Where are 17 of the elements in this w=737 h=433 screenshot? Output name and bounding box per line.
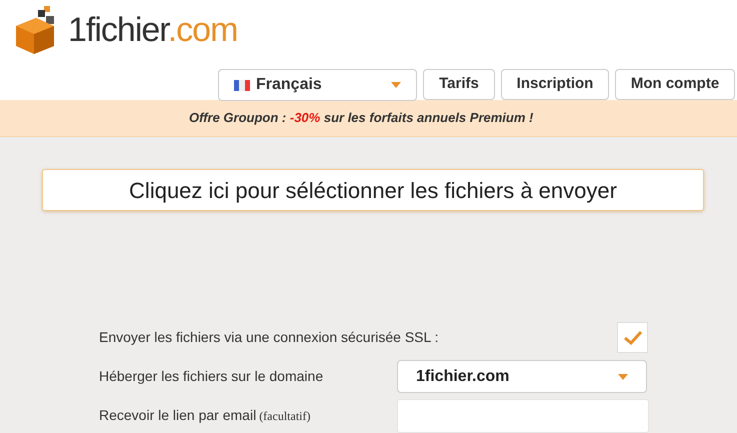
email-input[interactable] [397,398,649,432]
site-logo: 1fichier.com [68,10,238,50]
checkmark-icon [624,330,642,344]
nav-button[interactable]: Mon compte [615,69,735,100]
upload-button[interactable]: Cliquez ici pour séléctionner les fichiers à envoyer [42,169,704,211]
caret-icon [391,82,401,88]
french-flag-icon [234,80,250,90]
promo-banner: Offre Groupon : -30% sur les forfaits annuels Premium ! [0,100,737,137]
nav-button[interactable]: Tarifs [423,69,495,100]
language-select[interactable]: Français [218,69,417,101]
domain-select[interactable]: 1fichier.com [397,360,647,393]
field-label: Envoyer les fichiers via une connexion sécurisée SSL : [99,328,439,347]
field-label: Recevoir le lien par email (facultatif) [99,406,312,425]
nav-button[interactable]: Inscription [501,69,609,100]
ssl-checkbox[interactable] [617,322,648,353]
field-label: Héberger les fichiers sur le domaine [99,367,324,386]
caret-icon [618,374,628,380]
